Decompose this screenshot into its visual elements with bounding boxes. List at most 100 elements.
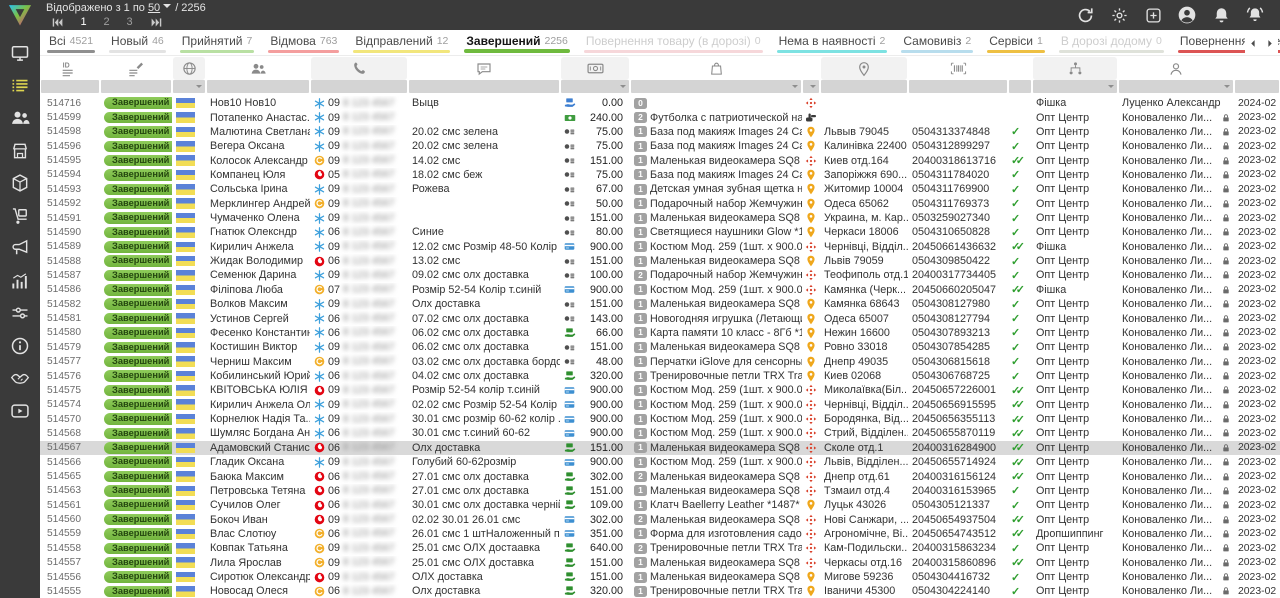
table-row[interactable]: 514558ЗавершенийКовпак Татьяна098 123 45…	[40, 541, 1280, 555]
filter-input-ttn-status[interactable]	[1009, 80, 1031, 93]
column-header-phone[interactable]	[311, 57, 407, 80]
column-header-date[interactable]	[1235, 57, 1279, 80]
sidebar-item-statistics[interactable]	[0, 265, 40, 298]
column-header-manager[interactable]	[1119, 57, 1233, 80]
filter-input-manager[interactable]	[1119, 80, 1233, 93]
tab-scroll-left-icon[interactable]	[1249, 39, 1258, 48]
filter-input-source[interactable]	[1033, 80, 1117, 93]
table-row[interactable]: 514587ЗавершенийСеменюк Дарина098 123 45…	[40, 268, 1280, 282]
table-row[interactable]: 514560ЗавершенийБокоч Иван098 123 456702…	[40, 512, 1280, 526]
sidebar-item-tutorials[interactable]	[0, 395, 40, 428]
table-row[interactable]: 514588ЗавершенийЖидак Володимир068 123 4…	[40, 254, 1280, 268]
filter-input-delivery[interactable]	[803, 80, 819, 93]
page-number-3[interactable]: 3	[118, 16, 141, 28]
notifications-bell-icon[interactable]	[1204, 4, 1238, 26]
table-row[interactable]: 514561ЗавершенийСучилов Олег068 123 4567…	[40, 498, 1280, 512]
column-header-comment[interactable]	[409, 57, 559, 80]
column-header-status[interactable]	[101, 57, 171, 80]
filter-input-ttn[interactable]	[909, 80, 1007, 93]
page-number-1[interactable]: 1	[72, 16, 95, 28]
sidebar-item-info[interactable]	[0, 330, 40, 363]
table-row[interactable]: 514568ЗавершенийШумляс Богдана Ан...068 …	[40, 426, 1280, 440]
ring-bell-icon[interactable]	[1238, 4, 1272, 26]
table-row[interactable]: 514716ЗавершенийНов10 Нов10098 123 4567В…	[40, 96, 1280, 110]
table-row[interactable]: 514599ЗавершенийПотапенко Анастас...098 …	[40, 110, 1280, 124]
sidebar-item-clients[interactable]	[0, 102, 40, 135]
table-row[interactable]: 514592ЗавершенийМерклингер Андрей098 123…	[40, 197, 1280, 211]
page-number-2[interactable]: 2	[95, 16, 118, 28]
filter-input-id[interactable]	[41, 80, 99, 93]
first-page-icon[interactable]	[46, 16, 68, 29]
table-row[interactable]: 514580ЗавершенийФесенко Константин068 12…	[40, 326, 1280, 340]
status-tab-4[interactable]: Відправлений12	[346, 30, 457, 55]
table-row[interactable]: 514567ЗавершенийАдамовский Станис...068 …	[40, 441, 1280, 455]
column-header-ttn-status[interactable]	[1009, 57, 1031, 80]
refresh-icon[interactable]	[1068, 4, 1102, 26]
profile-icon[interactable]	[1170, 4, 1204, 26]
sidebar-item-partners[interactable]	[0, 362, 40, 395]
filter-input-status[interactable]	[101, 80, 171, 93]
table-row[interactable]: 514556ЗавершенийСиротюк Олександр098 123…	[40, 570, 1280, 584]
table-row[interactable]: 514576ЗавершенийКобилинський Юрий068 123…	[40, 369, 1280, 383]
table-row[interactable]: 514593ЗавершенийСольська Ірина098 123 45…	[40, 182, 1280, 196]
filter-input-product[interactable]	[631, 80, 801, 93]
filter-input-address[interactable]	[821, 80, 907, 93]
tab-scroll-right-icon[interactable]	[1265, 39, 1274, 48]
column-header-product[interactable]	[631, 57, 801, 80]
sidebar-item-dashboard[interactable]	[0, 37, 40, 70]
status-tab-6[interactable]: Повернення товару (в дорозі)0	[577, 30, 770, 55]
table-row[interactable]: 514557ЗавершенийЛила Ярослав098 123 4567…	[40, 556, 1280, 570]
column-header-address[interactable]	[821, 57, 907, 80]
filter-input-comment[interactable]	[409, 80, 559, 93]
page-size-dropdown[interactable]: 50	[148, 2, 160, 14]
last-page-icon[interactable]	[145, 16, 167, 29]
filter-input-date[interactable]	[1235, 80, 1279, 93]
status-tab-3[interactable]: Відмова763	[261, 30, 346, 55]
filter-input-phone[interactable]	[311, 80, 407, 93]
add-square-icon[interactable]	[1136, 4, 1170, 26]
table-row[interactable]: 514595ЗавершенийКолосок Александр098 123…	[40, 153, 1280, 167]
table-row[interactable]: 514574ЗавершенийКирилич Анжела Ол...098 …	[40, 398, 1280, 412]
table-row[interactable]: 514577ЗавершенийЧерниш Максим098 123 456…	[40, 354, 1280, 368]
column-header-ttn[interactable]	[909, 57, 1007, 80]
table-row[interactable]: 514559ЗавершенийВлас Слотюу068 123 45672…	[40, 527, 1280, 541]
sidebar-item-orders[interactable]	[0, 70, 40, 103]
table-row[interactable]: 514590ЗавершенийГнатюк Олексндр068 123 4…	[40, 225, 1280, 239]
column-header-payment[interactable]	[561, 57, 629, 80]
sidebar-item-procurement[interactable]	[0, 200, 40, 233]
column-header-country[interactable]	[173, 57, 205, 80]
sidebar-item-products[interactable]	[0, 167, 40, 200]
table-row[interactable]: 514589ЗавершенийКирилич Анжела098 123 45…	[40, 240, 1280, 254]
table-row[interactable]: 514555ЗавершенийНовосад Олеся068 123 456…	[40, 584, 1280, 598]
status-tab-2[interactable]: Прийнятий7	[173, 30, 262, 55]
table-row[interactable]: 514581ЗавершенийУстинов Сергей068 123 45…	[40, 311, 1280, 325]
table-row[interactable]: 514586ЗавершенийФіліпова Люба078 123 456…	[40, 283, 1280, 297]
table-row[interactable]: 514591ЗавершенийЧумаченко Олена098 123 4…	[40, 211, 1280, 225]
column-header-delivery[interactable]	[803, 57, 819, 80]
table-row[interactable]: 514575ЗавершенийКВІТОВСЬКА ЮЛІЯ098 123 4…	[40, 383, 1280, 397]
sidebar-item-marketing[interactable]	[0, 232, 40, 265]
table-row[interactable]: 514579ЗавершенийКостишин Виктор098 123 4…	[40, 340, 1280, 354]
filter-input-country[interactable]	[173, 80, 205, 93]
filter-input-payment[interactable]	[561, 80, 629, 93]
table-row[interactable]: 514566ЗавершенийГладик Оксана098 123 456…	[40, 455, 1280, 469]
app-logo-icon[interactable]	[5, 1, 35, 29]
status-tab-0[interactable]: Всі4521	[40, 30, 102, 55]
column-header-id[interactable]: ID	[41, 57, 99, 80]
settings-gear-icon[interactable]	[1102, 4, 1136, 26]
table-row[interactable]: 514594ЗавершенийКомпанец Юля058 123 4567…	[40, 168, 1280, 182]
table-row[interactable]: 514598ЗавершенийМалютина Светлана098 123…	[40, 125, 1280, 139]
column-header-client[interactable]	[207, 57, 309, 80]
table-row[interactable]: 514582ЗавершенийВолков Максим098 123 456…	[40, 297, 1280, 311]
column-header-source[interactable]	[1033, 57, 1117, 80]
table-row[interactable]: 514596ЗавершенийВегера Оксана098 123 456…	[40, 139, 1280, 153]
status-tab-8[interactable]: Самовивіз2	[894, 30, 980, 55]
status-tab-5[interactable]: Завершений2256	[457, 30, 576, 55]
status-tab-7[interactable]: Нема в наявності2	[770, 30, 895, 55]
table-row[interactable]: 514565ЗавершенийБаюка Максим068 123 4567…	[40, 469, 1280, 483]
status-tab-9[interactable]: Сервіси1	[980, 30, 1052, 55]
filter-input-client[interactable]	[207, 80, 309, 93]
table-row[interactable]: 514563ЗавершенийПетровська Тетяна068 123…	[40, 484, 1280, 498]
sidebar-item-store[interactable]	[0, 135, 40, 168]
status-tab-1[interactable]: Новый46	[102, 30, 173, 55]
